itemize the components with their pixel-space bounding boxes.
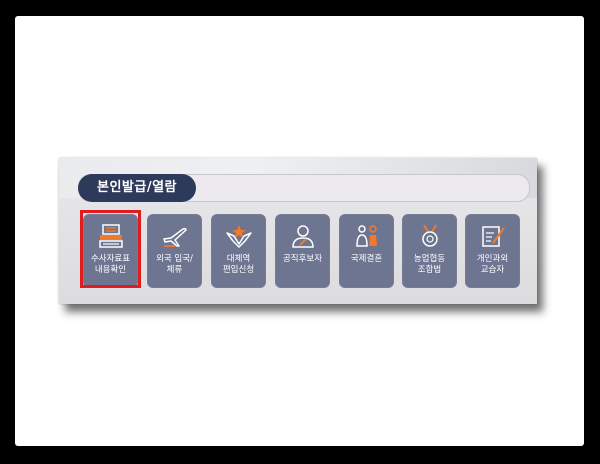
tile-label: 국제결혼 bbox=[350, 254, 383, 264]
airplane-icon bbox=[162, 227, 187, 247]
medal-icon bbox=[421, 224, 438, 247]
tile-label: 공직후보자 bbox=[282, 254, 323, 264]
pen-note-icon bbox=[481, 226, 505, 247]
tile-international-marriage[interactable]: 국제결혼 bbox=[339, 214, 394, 288]
tile-foreign-entry[interactable]: 외국 입국/ 체류 bbox=[147, 214, 202, 288]
tile-private-tutor[interactable]: 개인과외 교습자 bbox=[465, 214, 520, 288]
section-title: 본인발급/열람 bbox=[78, 174, 196, 202]
tile-public-candidate[interactable]: 공직후보자 bbox=[275, 214, 330, 288]
tile-label: 개인과외 교습자 bbox=[476, 254, 509, 275]
person-badge-icon bbox=[291, 225, 314, 248]
tile-label: 대체역 편입신청 bbox=[222, 254, 255, 275]
couple-icon bbox=[355, 225, 377, 247]
tile-alternative-service[interactable]: 대체역 편입신청 bbox=[211, 214, 266, 288]
selection-highlight bbox=[80, 210, 141, 288]
tile-label: 외국 입국/ 체류 bbox=[156, 254, 193, 275]
military-emblem-icon bbox=[225, 225, 252, 248]
tile-agricultural-cooperative[interactable]: 농업협동 조합법 bbox=[402, 214, 457, 288]
tile-label: 농업협동 조합법 bbox=[413, 254, 446, 275]
